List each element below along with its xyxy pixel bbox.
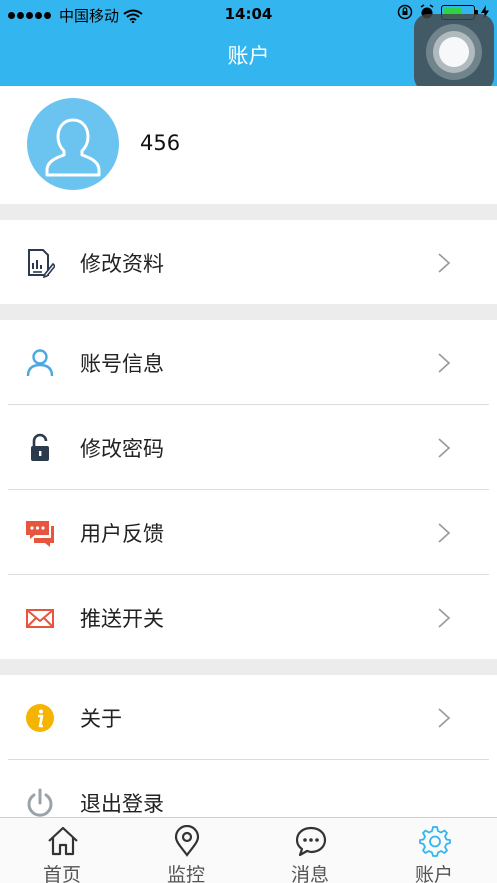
tab-bar: 首页 监控 消息 账户 bbox=[0, 817, 497, 883]
message-icon bbox=[295, 826, 327, 857]
chevron-right-icon bbox=[438, 523, 451, 543]
menu-item-label: 账号信息 bbox=[80, 352, 164, 376]
chevron-right-icon bbox=[438, 608, 451, 628]
tab-account[interactable]: 账户 bbox=[372, 818, 496, 883]
chat-feedback-icon bbox=[26, 521, 54, 547]
tab-label: 监控 bbox=[166, 864, 205, 883]
menu-item-push-toggle[interactable]: 推送开关 bbox=[0, 575, 497, 659]
username: 456 bbox=[140, 131, 181, 155]
location-pin-icon bbox=[174, 825, 200, 857]
edit-document-icon bbox=[28, 249, 55, 278]
orientation-lock-icon bbox=[397, 4, 413, 20]
menu-item-label: 用户反馈 bbox=[80, 522, 164, 546]
menu-item-feedback[interactable]: 用户反馈 bbox=[0, 490, 497, 574]
tab-label: 首页 bbox=[42, 864, 81, 883]
settings-group-profile: 修改资料 bbox=[0, 220, 497, 304]
user-icon bbox=[26, 349, 54, 377]
tab-messages[interactable]: 消息 bbox=[248, 818, 372, 883]
profile-header[interactable]: 456 bbox=[0, 86, 497, 204]
tab-label: 账户 bbox=[414, 864, 453, 883]
chevron-right-icon bbox=[438, 438, 451, 458]
tab-home[interactable]: 首页 bbox=[0, 818, 124, 883]
envelope-icon bbox=[26, 609, 54, 628]
tab-label: 消息 bbox=[290, 864, 329, 883]
lock-icon bbox=[31, 433, 49, 461]
home-icon bbox=[48, 826, 78, 856]
avatar[interactable] bbox=[27, 98, 119, 190]
menu-item-edit-profile[interactable]: 修改资料 bbox=[0, 220, 497, 304]
menu-item-logout[interactable]: 退出登录 bbox=[0, 760, 497, 817]
menu-item-label: 修改资料 bbox=[80, 252, 164, 276]
menu-item-label: 退出登录 bbox=[80, 792, 164, 816]
assistive-touch-button[interactable] bbox=[414, 14, 494, 91]
menu-item-change-password[interactable]: 修改密码 bbox=[0, 405, 497, 489]
menu-item-account-info[interactable]: 账号信息 bbox=[0, 320, 497, 404]
menu-item-about[interactable]: 关于 bbox=[0, 675, 497, 759]
menu-item-label: 关于 bbox=[80, 707, 122, 731]
tab-monitor[interactable]: 监控 bbox=[124, 818, 248, 883]
info-icon bbox=[26, 704, 54, 732]
power-icon bbox=[27, 788, 53, 817]
chevron-right-icon bbox=[438, 708, 451, 728]
settings-group-system: 关于 退出登录 bbox=[0, 675, 497, 817]
chevron-right-icon bbox=[438, 253, 451, 273]
chevron-right-icon bbox=[438, 353, 451, 373]
gear-icon bbox=[419, 826, 451, 857]
default-avatar-icon bbox=[45, 118, 101, 177]
menu-item-label: 修改密码 bbox=[80, 437, 164, 461]
settings-group-account: 账号信息 修改密码 用户反馈 推送开关 bbox=[0, 320, 497, 659]
menu-item-label: 推送开关 bbox=[80, 607, 164, 631]
